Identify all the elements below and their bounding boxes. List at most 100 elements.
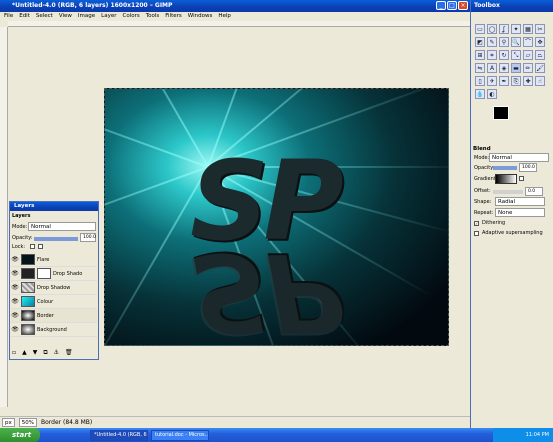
rotate-icon[interactable]: ↻ [499,50,509,60]
adaptive-supersampling-label: Adaptive supersampling [482,230,543,236]
offset-input[interactable]: 0.0 [525,187,543,196]
visibility-eye-icon[interactable]: 👁 [11,270,19,277]
layer-row[interactable]: 👁 Border [11,309,97,323]
visibility-eye-icon[interactable]: 👁 [11,284,19,291]
flip-icon[interactable]: ⇋ [475,63,485,73]
menu-windows[interactable]: Windows [188,12,213,21]
airbrush-icon[interactable]: ✈ [487,76,497,86]
blend-opacity-slider[interactable] [493,166,517,170]
dithering-checkbox[interactable]: ✓ [474,221,479,226]
minimize-button[interactable]: _ [436,1,446,10]
maximize-button[interactable]: □ [447,1,457,10]
blend-opacity-label: Opacity: [474,165,495,171]
window-title: *Untitled-4.0 (RGB, 6 layers) 1600x1200 … [0,0,470,12]
adaptive-supersampling-checkbox[interactable] [474,231,479,236]
new-layer-icon[interactable]: ▫ [12,349,16,357]
start-button[interactable]: start [0,428,40,442]
ellipse-select-icon[interactable]: ◯ [487,24,497,34]
layer-row[interactable]: 👁 Drop Shadow [11,281,97,295]
repeat-label: Repeat: [474,210,494,216]
foreground-color-swatch[interactable] [493,106,509,120]
unit-selector[interactable]: px [2,418,15,427]
zoom-icon[interactable]: 🔍 [511,37,521,47]
menu-help[interactable]: Help [218,12,231,21]
dithering-label: Dithering [482,220,506,226]
clone-icon[interactable]: ⎘ [511,76,521,86]
layer-name: Border [37,312,54,319]
text-icon[interactable]: A [487,63,497,73]
layers-tab[interactable]: Layers [12,213,31,219]
measure-icon[interactable]: ⌒ [523,37,533,47]
menu-layer[interactable]: Layer [101,12,116,21]
shear-icon[interactable]: ▱ [523,50,533,60]
visibility-eye-icon[interactable]: 👁 [11,298,19,305]
visibility-eye-icon[interactable]: 👁 [11,312,19,319]
image-canvas[interactable]: SP SP [104,88,449,346]
menu-filters[interactable]: Filters [165,12,182,21]
blend-mode-select[interactable]: Normal [489,153,549,162]
foreground-select-icon[interactable]: ◩ [475,37,485,47]
offset-slider[interactable] [493,190,523,194]
layers-opacity-slider[interactable] [34,237,78,241]
layer-row[interactable]: 👁 Colour [11,295,97,309]
move-icon[interactable]: ✥ [535,37,545,47]
vertical-ruler[interactable] [0,27,8,407]
menu-tools[interactable]: Tools [146,12,160,21]
lower-layer-icon[interactable]: ▼ [33,349,38,357]
blend-opacity-input[interactable]: 100.0 [519,163,537,172]
menu-image[interactable]: Image [78,12,95,21]
rect-select-icon[interactable]: ▭ [475,24,485,34]
ink-icon[interactable]: ✒ [499,76,509,86]
visibility-eye-icon[interactable]: 👁 [11,326,19,333]
menu-file[interactable]: File [4,12,13,21]
menu-view[interactable]: View [59,12,72,21]
perspective-icon[interactable]: ⏢ [535,50,545,60]
anchor-layer-icon[interactable]: ⚓ [54,349,59,357]
shape-select[interactable]: Radial [495,197,545,206]
zoom-selector[interactable]: 50% [18,418,37,427]
visibility-eye-icon[interactable]: 👁 [11,256,19,263]
delete-layer-icon[interactable]: 🗑 [65,349,73,357]
smudge-icon[interactable]: ☝ [535,76,545,86]
fuzzy-select-icon[interactable]: ✦ [511,24,521,34]
paintbrush-icon[interactable]: 🖌 [535,63,545,73]
scissors-icon[interactable]: ✂ [535,24,545,34]
gradient-reverse-checkbox[interactable] [519,176,524,181]
layers-mode-label: Mode: [12,224,28,230]
dodge-burn-icon[interactable]: ◐ [487,89,497,99]
heal-icon[interactable]: ✚ [523,76,533,86]
pencil-icon[interactable]: ✏ [523,63,533,73]
blur-icon[interactable]: 💧 [475,89,485,99]
lock-pixels-checkbox[interactable] [30,244,35,249]
color-select-icon[interactable]: ▦ [523,24,533,34]
gradient-preview[interactable] [495,174,517,184]
color-picker-icon[interactable]: ⚲ [499,37,509,47]
close-button[interactable]: × [458,1,468,10]
menu-edit[interactable]: Edit [19,12,30,21]
lock-alpha-checkbox[interactable] [38,244,43,249]
layers-opacity-input[interactable]: 100.0 [80,233,96,242]
menu-select[interactable]: Select [36,12,53,21]
taskbar: start *Untitled-4.0 (RGB, 6... tutorial.… [0,428,553,442]
artwork-text-reflection: SP [190,229,338,346]
taskbar-item-word[interactable]: tutorial.doc - Micros... [151,429,209,441]
blend-icon[interactable]: ▬ [511,63,521,73]
raise-layer-icon[interactable]: ▲ [22,349,27,357]
status-message: Border (84.8 MB) [40,419,93,426]
paths-icon[interactable]: ✎ [487,37,497,47]
free-select-icon[interactable]: ʆ [499,24,509,34]
menu-colors[interactable]: Colors [122,12,139,21]
layer-row[interactable]: 👁 Background [11,323,97,337]
layer-name: Background [37,326,67,333]
crop-icon[interactable]: ⌗ [487,50,497,60]
layers-mode-select[interactable]: Normal [28,222,96,231]
layer-row[interactable]: 👁 Flare [11,253,97,267]
scale-icon[interactable]: ⤡ [511,50,521,60]
eraser-icon[interactable]: ▯ [475,76,485,86]
layer-row[interactable]: 👁 Drop Shado [11,267,97,281]
taskbar-item-gimp[interactable]: *Untitled-4.0 (RGB, 6... [90,429,148,441]
duplicate-layer-icon[interactable]: ⧉ [43,349,47,357]
bucket-fill-icon[interactable]: ◈ [499,63,509,73]
align-icon[interactable]: ⊞ [475,50,485,60]
repeat-select[interactable]: None [495,208,545,217]
